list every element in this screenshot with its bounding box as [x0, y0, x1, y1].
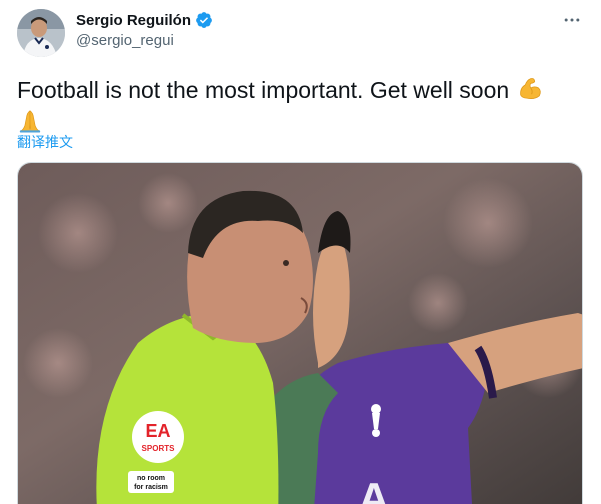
flexed-biceps-icon — [516, 74, 544, 108]
ea-logo-text: EA — [145, 421, 170, 441]
avatar[interactable] — [17, 9, 65, 57]
author-handle[interactable]: @sergio_regui — [76, 32, 213, 49]
author-display-name[interactable]: Sergio Reguilón — [76, 12, 191, 29]
verified-badge-icon — [195, 11, 213, 29]
tweet-text-body: Football is not the most important. Get … — [17, 77, 510, 103]
author-info: Sergio Reguilón @sergio_regui — [76, 11, 213, 49]
tweet: Sergio Reguilón @sergio_regui Football i… — [0, 0, 601, 504]
svg-text:A: A — [358, 474, 390, 504]
tweet-photo[interactable]: EA SPORTS no room for racism A — [17, 162, 583, 504]
more-horizontal-icon[interactable] — [560, 8, 584, 32]
translate-tweet-link[interactable]: 翻译推文 — [17, 132, 73, 152]
no-room-text-1: no room — [137, 475, 165, 482]
tweet-text: Football is not the most important. Get … — [17, 74, 577, 140]
no-room-text-2: for racism — [134, 484, 168, 491]
ea-sports-text: SPORTS — [142, 444, 176, 453]
